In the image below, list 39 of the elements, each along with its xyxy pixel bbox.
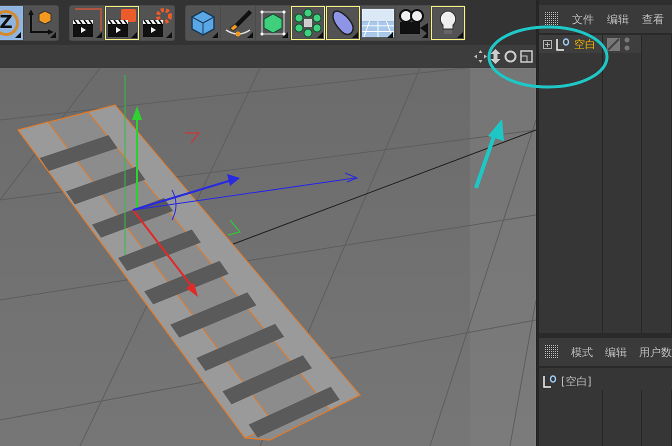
axis-lock-button[interactable]: Z (0, 6, 23, 40)
toolbar-button[interactable] (431, 6, 465, 40)
grip-icon[interactable] (545, 345, 559, 359)
toolbar-button[interactable] (361, 6, 395, 40)
toolbar-button[interactable] (256, 6, 290, 40)
menu-item[interactable]: 编辑 (607, 12, 629, 26)
subdivision-cube-icon (258, 8, 288, 38)
menu-item[interactable]: 查看 (642, 12, 664, 26)
pen-icon (223, 8, 253, 38)
flower-icon (293, 8, 323, 38)
toolbar-button[interactable] (70, 6, 104, 40)
toolbar-button[interactable] (24, 6, 58, 40)
floor-grid-icon (362, 8, 394, 38)
null-object-icon (556, 38, 570, 50)
toolbar-button[interactable] (291, 6, 325, 40)
clapperboard-icon (71, 6, 103, 38)
layer-icon[interactable] (607, 38, 620, 50)
rotate-icon[interactable] (504, 50, 517, 63)
axes-cube-icon (26, 8, 56, 38)
menu-item[interactable]: 文件 (572, 12, 594, 26)
toolbar-button[interactable] (221, 6, 255, 40)
menu-item[interactable]: 编辑 (605, 344, 627, 360)
grip-icon[interactable] (545, 12, 559, 26)
toolbar-button[interactable] (140, 6, 174, 40)
menu-item[interactable]: 用户数 (639, 344, 672, 360)
expand-icon[interactable] (543, 40, 552, 48)
toolbar-button[interactable] (396, 6, 430, 40)
move-icon[interactable] (474, 50, 487, 63)
object-title: [空白] (561, 374, 592, 388)
menu-item[interactable]: 模式 (571, 344, 593, 360)
annotation-arrow (474, 118, 506, 190)
up-down-arrow-icon[interactable] (490, 49, 501, 64)
null-object-icon (543, 374, 557, 388)
visibility-dots-icon[interactable] (624, 37, 630, 51)
toolbar-button[interactable] (326, 6, 360, 40)
maximize-icon[interactable] (520, 50, 533, 63)
clapperboard-icon (106, 6, 138, 38)
clapperboard-gear-icon (141, 6, 173, 38)
toolbar-button[interactable] (105, 6, 139, 40)
